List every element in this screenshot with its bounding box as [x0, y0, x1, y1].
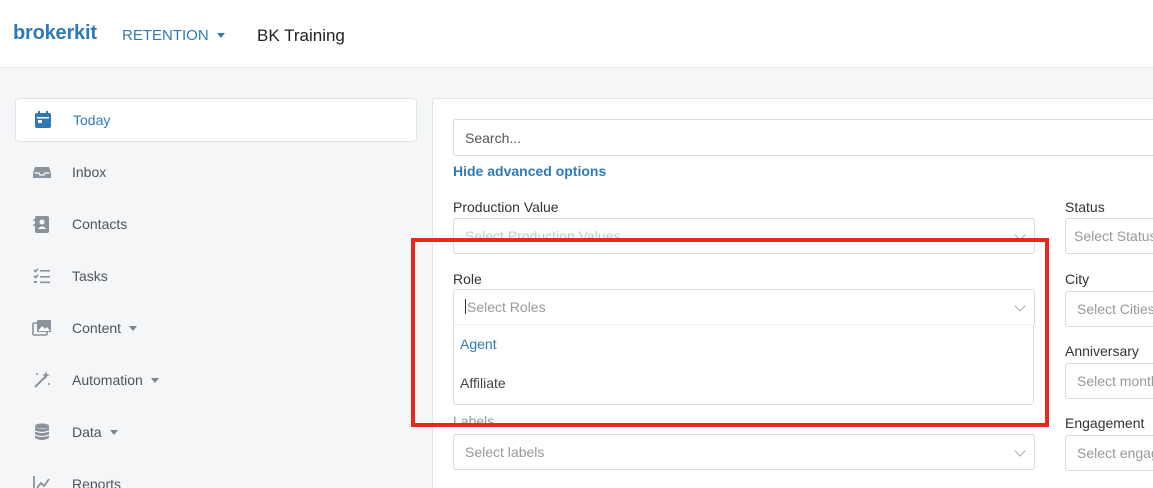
- sidebar-item-content[interactable]: Content: [15, 302, 417, 354]
- select-placeholder: Select months: [1077, 373, 1153, 389]
- chevron-down-icon: [150, 377, 159, 383]
- chevron-down-icon: [216, 33, 225, 38]
- engagement-label: Engagement: [1065, 415, 1145, 431]
- production-value-label: Production Value: [453, 199, 559, 215]
- top-bar: brokerkit RETENTION BK Training: [0, 0, 1153, 68]
- text-cursor: [465, 299, 466, 314]
- city-label: City: [1065, 271, 1090, 287]
- filter-panel: Hide advanced options Production Value S…: [432, 98, 1153, 488]
- images-icon: [31, 317, 53, 339]
- chevron-down-icon: [109, 429, 118, 435]
- chevron-down-icon: [129, 325, 138, 331]
- select-placeholder: Select Cities: [1077, 301, 1153, 317]
- sidebar-item-label: Contacts: [72, 216, 128, 232]
- role-dropdown-menu: Agent Affiliate: [453, 325, 1034, 405]
- account-name: BK Training: [257, 26, 345, 45]
- anniversary-select[interactable]: Select months: [1065, 363, 1153, 399]
- sidebar-item-label: Reports: [72, 476, 122, 488]
- labels-label: Labels: [453, 413, 495, 429]
- chevron-down-icon: [1014, 229, 1026, 241]
- select-placeholder: Select Production Values: [465, 228, 621, 244]
- brokerkit-logo[interactable]: brokerkit: [13, 22, 97, 45]
- status-label: Status: [1065, 199, 1105, 215]
- select-placeholder: Select Status: [1074, 228, 1153, 244]
- chart-icon: [31, 473, 53, 488]
- module-label: RETENTION: [122, 27, 209, 44]
- select-placeholder: Select engagement: [1077, 445, 1153, 461]
- contact-card-icon: [31, 213, 53, 235]
- sidebar-item-label: Content: [72, 320, 122, 336]
- sidebar-item-label: Tasks: [72, 268, 108, 284]
- role-option-agent[interactable]: Agent: [454, 325, 1033, 364]
- sidebar-item-label: Data: [72, 424, 102, 440]
- sidebar-item-tasks[interactable]: Tasks: [15, 250, 417, 302]
- city-select[interactable]: Select Cities: [1065, 291, 1153, 327]
- status-select[interactable]: Select Status: [1065, 218, 1153, 254]
- sidebar: Today Inbox Contacts Tasks Content Autom…: [15, 98, 417, 488]
- sidebar-item-reports[interactable]: Reports: [15, 458, 417, 488]
- chevron-down-icon: [1014, 300, 1026, 312]
- sidebar-item-inbox[interactable]: Inbox: [15, 146, 417, 198]
- role-option-affiliate[interactable]: Affiliate: [454, 364, 1033, 403]
- sidebar-item-automation[interactable]: Automation: [15, 354, 417, 406]
- checklist-icon: [31, 265, 53, 287]
- database-icon: [31, 421, 53, 443]
- sidebar-item-today[interactable]: Today: [15, 98, 417, 142]
- inbox-icon: [31, 161, 53, 183]
- module-switcher[interactable]: RETENTION: [122, 27, 225, 44]
- select-placeholder: Select Roles: [467, 299, 546, 315]
- role-label: Role: [453, 271, 482, 287]
- sidebar-item-label: Automation: [72, 372, 143, 388]
- anniversary-label: Anniversary: [1065, 343, 1139, 359]
- production-value-select[interactable]: Select Production Values: [453, 218, 1035, 254]
- labels-select[interactable]: Select labels: [453, 434, 1035, 470]
- magic-wand-icon: [31, 369, 53, 391]
- hide-advanced-options-link[interactable]: Hide advanced options: [453, 163, 606, 179]
- engagement-select[interactable]: Select engagement: [1065, 435, 1153, 471]
- sidebar-item-label: Inbox: [72, 164, 107, 180]
- role-select[interactable]: Select Roles: [453, 289, 1035, 325]
- calendar-icon: [32, 109, 54, 131]
- chevron-down-icon: [1014, 445, 1026, 457]
- sidebar-item-label: Today: [73, 112, 111, 128]
- search-input[interactable]: [453, 119, 1153, 156]
- sidebar-item-contacts[interactable]: Contacts: [15, 198, 417, 250]
- select-placeholder: Select labels: [465, 444, 545, 460]
- sidebar-item-data[interactable]: Data: [15, 406, 417, 458]
